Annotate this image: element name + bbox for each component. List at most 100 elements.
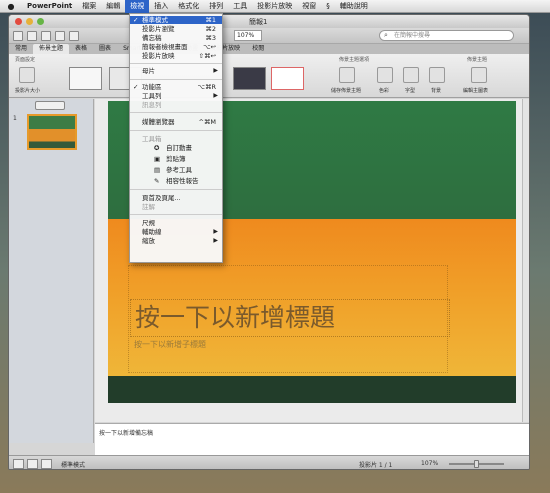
menu-item-guides[interactable]: 輔助線 ▶: [130, 228, 222, 236]
app-menu[interactable]: PowerPoint: [22, 0, 77, 13]
ribbon-tabs: 常用 佈景主題 表格 圖表 SmartArt 轉場 動畫 投影片放映 校閱: [9, 44, 529, 54]
subtitle-placeholder[interactable]: 按一下以新增子標題: [130, 339, 450, 353]
group-page-setup: 頁面設定: [15, 57, 36, 63]
theme-thumb-1[interactable]: [69, 67, 102, 90]
menu-edit[interactable]: 編輯: [101, 0, 125, 13]
menu-view[interactable]: 檢視: [125, 0, 150, 13]
menubar: ● PowerPoint 檔案 編輯 檢視 插入 格式化 排列 工具 投影片放映…: [0, 0, 550, 13]
zoom-slider-knob[interactable]: [474, 460, 479, 468]
save-theme-icon[interactable]: [339, 67, 355, 83]
menu-item-ribbon[interactable]: ✓ 功能區 ⌥⌘R: [130, 83, 222, 91]
menu-item-slide-sorter[interactable]: 投影片瀏覽 ⌘2: [130, 25, 222, 33]
menu-item-custom-animation[interactable]: ✪ 自訂動畫: [130, 144, 222, 152]
menu-item-normal[interactable]: ✓ 標準模式 ⌘1: [130, 16, 222, 24]
background-label: 背景: [431, 88, 442, 94]
apple-menu-icon[interactable]: ●: [0, 2, 22, 11]
menu-item-master[interactable]: 母片 ▶: [130, 67, 222, 75]
submenu-arrow-icon: ▶: [213, 92, 218, 99]
menu-item-compatibility-report[interactable]: ✎ 相容性報告: [130, 177, 222, 185]
tab-home[interactable]: 常用: [9, 44, 33, 54]
tab-tables[interactable]: 表格: [69, 44, 93, 54]
save-theme-label: 儲存佈景主題: [331, 88, 362, 94]
menu-item-presenter-view[interactable]: 簡報者檢視畫面 ⌥↩: [130, 43, 222, 51]
menu-item-zoom[interactable]: 縮放 ▶: [130, 237, 222, 245]
normal-view-icon[interactable]: [13, 459, 24, 469]
book-icon: ▤: [154, 166, 161, 174]
notes-pane[interactable]: 按一下以新增備忘稿: [95, 423, 529, 455]
wrench-icon: ✎: [154, 177, 160, 185]
submenu-arrow-icon: ▶: [213, 237, 218, 244]
tab-charts[interactable]: 圖表: [93, 44, 117, 54]
script-menu-icon[interactable]: §: [321, 0, 335, 13]
menu-arrange[interactable]: 排列: [204, 0, 228, 13]
edit-master-icon[interactable]: [471, 67, 487, 83]
menu-item-header-footer[interactable]: 頁首及頁尾...: [130, 194, 222, 202]
search-placeholder: 在簡報中搜尋: [394, 32, 431, 39]
view-mode-label: 標準模式: [61, 462, 86, 469]
check-icon: ✓: [133, 16, 139, 24]
zoom-field[interactable]: 107%: [234, 30, 262, 41]
vertical-scrollbar[interactable]: [522, 99, 529, 422]
menu-file[interactable]: 檔案: [77, 0, 101, 13]
window-titlebar: 簡報1: [9, 15, 529, 28]
search-input[interactable]: ⌕ 在簡報中搜尋: [379, 30, 514, 41]
search-icon: ⌕: [384, 31, 388, 39]
slide-count: 投影片 1 / 1: [359, 462, 393, 469]
menu-separator: [130, 214, 222, 215]
slide-dark-band: [108, 376, 516, 403]
slide-sorter-icon[interactable]: [27, 459, 38, 469]
menu-item-ruler[interactable]: 尺規: [130, 219, 222, 227]
slide-thumbnail[interactable]: [27, 114, 77, 150]
tab-review[interactable]: 校閱: [246, 44, 270, 54]
zoom-window-button[interactable]: [37, 18, 44, 25]
submenu-arrow-icon: ▶: [213, 228, 218, 235]
status-zoom: 107%: [421, 460, 439, 467]
theme-thumb-3[interactable]: [233, 67, 266, 90]
menu-item-media-browser[interactable]: 媒體瀏覽器 ^⌘M: [130, 118, 222, 126]
group-master: 佈景主題: [467, 57, 488, 63]
menu-item-scrapbook[interactable]: ▣ 剪貼簿: [130, 155, 222, 163]
menu-slideshow[interactable]: 投影片放映: [252, 0, 297, 13]
menu-item-toolbox: 工具箱: [142, 135, 162, 143]
title-placeholder[interactable]: 按一下以新增標題: [130, 299, 450, 337]
open-icon[interactable]: [41, 30, 51, 41]
menu-help[interactable]: 輔助說明: [335, 0, 373, 13]
colors-label: 色彩: [379, 88, 390, 94]
status-bar: 標準模式 投影片 1 / 1 107%: [9, 455, 529, 469]
view-menu-dropdown: ✓ 標準模式 ⌘1 投影片瀏覽 ⌘2 備忘稿 ⌘3 簡報者檢視畫面 ⌥↩ 投影片放映 ⇧⌘↩…: [129, 13, 223, 263]
menu-item-toolbars[interactable]: 工具列 ▶: [130, 92, 222, 100]
background-icon[interactable]: [429, 67, 445, 83]
print-icon[interactable]: [69, 30, 79, 41]
new-icon[interactable]: [13, 30, 23, 41]
window-title: 簡報1: [249, 18, 268, 26]
minimize-window-button[interactable]: [26, 18, 33, 25]
menu-window[interactable]: 視窗: [297, 0, 321, 13]
pane-view-toggle[interactable]: [35, 101, 65, 110]
colors-icon[interactable]: [377, 67, 393, 83]
menu-item-reference-tools[interactable]: ▤ 參考工具: [130, 166, 222, 174]
save-icon[interactable]: [55, 30, 65, 41]
templates-icon[interactable]: [27, 30, 37, 41]
fonts-icon[interactable]: [403, 67, 419, 83]
slide-number: 1: [13, 115, 17, 122]
tab-themes[interactable]: 佈景主題: [33, 44, 70, 54]
edit-master-label: 編輯主圖表: [463, 88, 489, 94]
menu-item-slideshow[interactable]: 投影片放映 ⇧⌘↩: [130, 52, 222, 60]
menu-item-notes-page[interactable]: 備忘稿 ⌘3: [130, 34, 222, 42]
slide-size-label: 投影片大小: [15, 88, 41, 94]
standard-toolbar: 107% ⌕ 在簡報中搜尋: [9, 28, 529, 44]
slideshow-view-icon[interactable]: [41, 459, 52, 469]
group-theme-options: 佈景主題選項: [339, 57, 370, 63]
slide-size-icon[interactable]: [19, 67, 35, 83]
menu-separator: [130, 189, 222, 190]
menu-insert[interactable]: 插入: [149, 0, 173, 13]
close-window-button[interactable]: [15, 18, 22, 25]
menu-format[interactable]: 格式化: [173, 0, 204, 13]
star-icon: ✪: [154, 144, 160, 152]
menu-separator: [130, 63, 222, 64]
menu-separator: [130, 79, 222, 80]
theme-thumb-4[interactable]: [271, 67, 304, 90]
menu-separator: [130, 112, 222, 113]
menu-item-comments: 註解: [142, 203, 155, 211]
menu-tools[interactable]: 工具: [228, 0, 252, 13]
